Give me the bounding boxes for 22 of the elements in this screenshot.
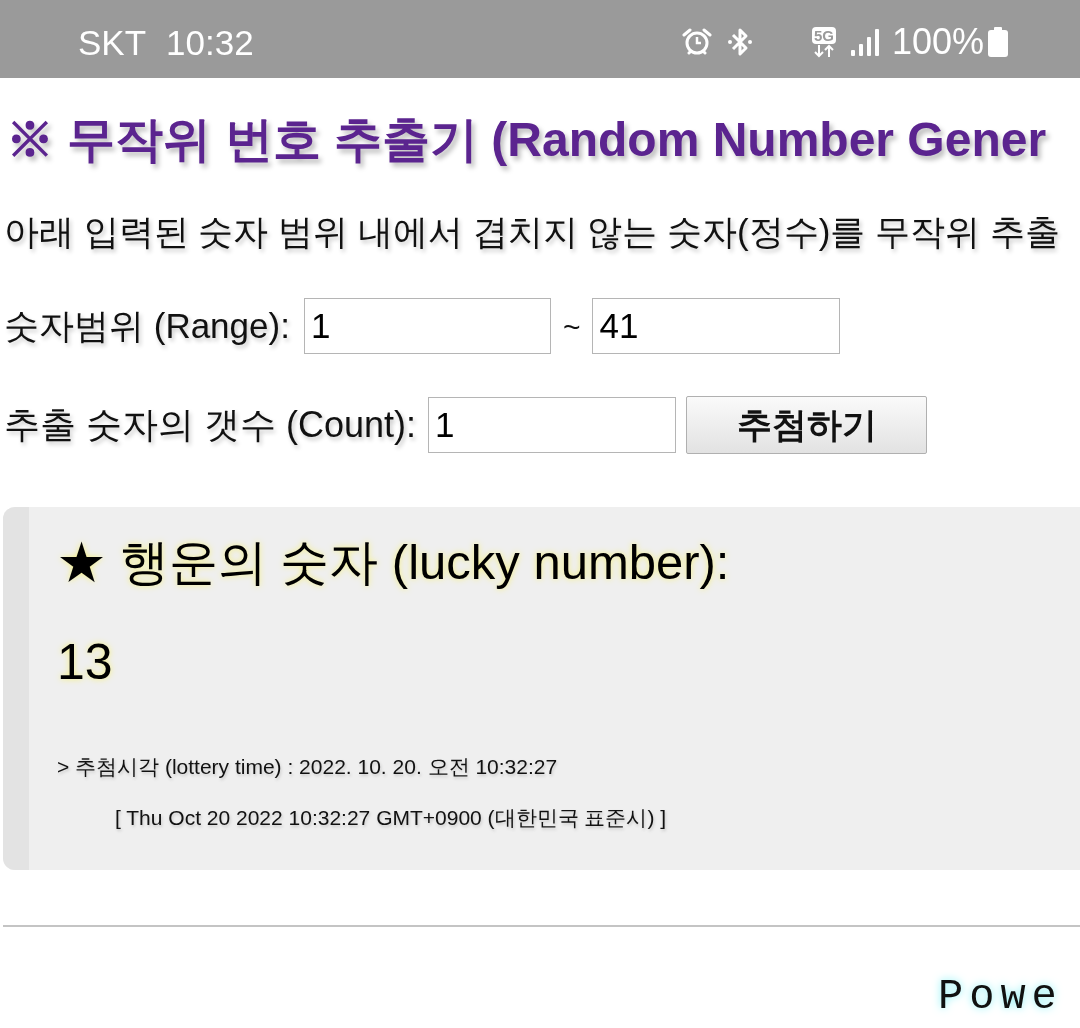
range-end-input[interactable]: 41 bbox=[592, 298, 841, 354]
network-type-label: 5G bbox=[811, 26, 836, 44]
battery-icon bbox=[988, 27, 1008, 57]
range-label: 숫자범위 (Range): bbox=[4, 304, 290, 347]
range-start-input[interactable]: 1 bbox=[303, 298, 551, 354]
range-separator: ~ bbox=[562, 308, 581, 345]
draw-button[interactable]: 추첨하기 bbox=[686, 396, 928, 454]
bluetooth-icon bbox=[726, 26, 753, 58]
clock-time: 10:32 bbox=[166, 24, 254, 60]
full-date-text: [ Thu Oct 20 2022 10:32:27 GMT+0900 (대한민국 표준시) ] bbox=[115, 805, 667, 832]
count-label: 추출 숫자의 갯수 (Count): bbox=[4, 403, 417, 447]
alarm-clock-icon bbox=[681, 27, 712, 57]
page-title: ※ 무작위 번호 추출기 (Random Number Gener bbox=[6, 112, 1047, 168]
lucky-number-value: 13 bbox=[57, 634, 113, 690]
lottery-time-text: > 추첨시각 (lottery time) : 2022. 10. 20. 오전 10:32:27 bbox=[57, 754, 558, 781]
description-text: 아래 입력된 숫자 범위 내에서 겹치지 않는 숫자(정수)를 무작위 추출 bbox=[4, 210, 1060, 253]
lucky-number-heading: ★ 행운의 숫자 (lucky number): bbox=[57, 535, 730, 591]
count-input[interactable]: 1 bbox=[428, 397, 677, 453]
carrier-name: SKT bbox=[78, 24, 147, 60]
powered-by-text: Powe bbox=[938, 971, 1063, 1023]
battery-percentage: 100% bbox=[891, 24, 984, 60]
signal-bars-icon bbox=[849, 28, 880, 56]
